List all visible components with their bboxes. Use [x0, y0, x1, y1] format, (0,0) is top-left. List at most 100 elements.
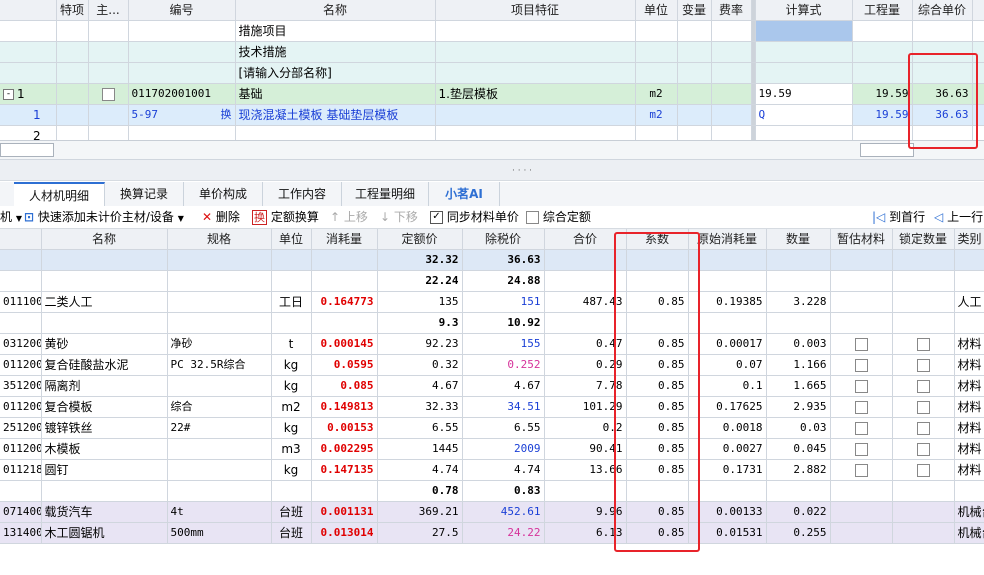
- top-cell-index[interactable]: [0, 20, 57, 42]
- res-cell-provisional[interactable]: [830, 522, 893, 544]
- tab-resource-details[interactable]: 人材机明细: [14, 182, 105, 206]
- move-up-button[interactable]: ↑ 上移: [330, 207, 368, 227]
- top-col-special[interactable]: 特项: [56, 0, 89, 21]
- add-unpriced-material-button[interactable]: ⊡ 快速添加未计价主材/设备 ▼: [24, 207, 184, 227]
- top-cell-name[interactable]: 基础: [235, 83, 436, 105]
- top-cell-special[interactable]: [56, 41, 89, 63]
- res-cell-name[interactable]: 圆钉: [41, 459, 168, 481]
- res-cell-net-price[interactable]: 452.61: [462, 501, 545, 523]
- res-cell-unit[interactable]: kg: [271, 459, 312, 481]
- res-cell-lock-qty[interactable]: [892, 354, 955, 376]
- top-cell-unit[interactable]: [635, 20, 678, 42]
- res-cell-quantity[interactable]: 2.882: [766, 459, 831, 481]
- res-cell-name[interactable]: 镀锌铁丝: [41, 417, 168, 439]
- res-cell-name[interactable]: [41, 480, 168, 502]
- res-cell-unit[interactable]: m2: [271, 396, 312, 418]
- checkbox-icon[interactable]: [854, 422, 868, 435]
- res-cell-quota-price[interactable]: 1445: [377, 438, 463, 460]
- res-cell-unit[interactable]: 台班: [271, 501, 312, 523]
- bot-col-unit[interactable]: 单位: [271, 229, 312, 250]
- res-cell-net-price[interactable]: 0.252: [462, 354, 545, 376]
- bot-col-lock-qty[interactable]: 锁定数量: [892, 229, 955, 250]
- top-cell-unit[interactable]: [635, 41, 678, 63]
- top-cell-special[interactable]: [56, 104, 89, 126]
- res-cell-net-price[interactable]: 2009: [462, 438, 545, 460]
- res-cell-lock-qty[interactable]: [892, 459, 955, 481]
- top-cell-rate[interactable]: [711, 41, 752, 63]
- tab-quantity-details[interactable]: 工程量明细: [342, 182, 429, 206]
- comprehensive-quota-checkbox[interactable]: 综合定额: [526, 207, 591, 227]
- top-cell-feature[interactable]: [435, 62, 636, 84]
- res-cell-quota-price[interactable]: 4.67: [377, 375, 463, 397]
- res-cell-spec[interactable]: 500mm: [167, 522, 272, 544]
- res-cell-lock-qty[interactable]: [892, 417, 955, 439]
- top-cell-unit[interactable]: m2: [635, 83, 678, 105]
- res-cell-spec[interactable]: 净砂: [167, 333, 272, 355]
- res-cell-unit[interactable]: [271, 312, 312, 334]
- machine-dropdown[interactable]: 机 ▼: [0, 207, 22, 227]
- res-cell-name[interactable]: [41, 249, 168, 271]
- res-cell-quota-price[interactable]: 369.21: [377, 501, 463, 523]
- res-cell-category[interactable]: 材料: [954, 459, 984, 481]
- checkbox-icon[interactable]: [854, 380, 868, 393]
- bot-col-consumption[interactable]: 消耗量: [311, 229, 378, 250]
- bot-col-net-price[interactable]: 除税价: [462, 229, 545, 250]
- resource-row[interactable]: 3512005隔离剂kg0.0854.674.677.780.850.11.66…: [0, 375, 984, 397]
- res-cell-unit[interactable]: kg: [271, 417, 312, 439]
- tab-work-content[interactable]: 工作内容: [263, 182, 342, 206]
- top-cell-unit-price[interactable]: [912, 20, 973, 42]
- res-cell-spec[interactable]: PC 32.5R综合: [167, 354, 272, 376]
- top-cell-formula[interactable]: [755, 41, 853, 63]
- top-cell-main[interactable]: [88, 83, 129, 105]
- res-cell-consumption[interactable]: 0.002295: [311, 438, 378, 460]
- top-cell-feature[interactable]: [435, 125, 636, 140]
- res-cell-unit[interactable]: [271, 480, 312, 502]
- res-cell-quantity[interactable]: 2.935: [766, 396, 831, 418]
- top-cell-name[interactable]: [请输入分部名称]: [235, 62, 436, 84]
- top-row[interactable]: 2: [0, 125, 984, 140]
- top-cell-index[interactable]: -1: [0, 83, 57, 105]
- res-cell-quota-price[interactable]: 6.55: [377, 417, 463, 439]
- checkbox-icon[interactable]: [854, 443, 868, 456]
- res-cell-quota-price[interactable]: 32.32: [377, 249, 463, 271]
- top-col-quantity[interactable]: 工程量: [852, 0, 913, 21]
- res-cell-unit[interactable]: [271, 270, 312, 292]
- res-cell-provisional[interactable]: [830, 333, 893, 355]
- top-cell-special[interactable]: [56, 125, 89, 140]
- res-cell-name[interactable]: 复合模板: [41, 396, 168, 418]
- top-cell-code[interactable]: [128, 62, 236, 84]
- res-cell-code[interactable]: 0112002: [0, 396, 42, 418]
- top-cell-rate[interactable]: [711, 62, 752, 84]
- res-cell-lock-qty[interactable]: [892, 333, 955, 355]
- top-cell-rate[interactable]: [711, 125, 752, 140]
- res-cell-lock-qty[interactable]: [892, 270, 955, 292]
- top-col-unit[interactable]: 单位: [635, 0, 678, 21]
- res-cell-spec[interactable]: [167, 249, 272, 271]
- res-cell-category[interactable]: 材料: [954, 333, 984, 355]
- res-cell-quantity[interactable]: 0.255: [766, 522, 831, 544]
- res-cell-consumption[interactable]: [311, 312, 378, 334]
- checkbox-icon[interactable]: [916, 380, 930, 393]
- res-cell-lock-qty[interactable]: [892, 501, 955, 523]
- res-cell-consumption[interactable]: 0.164773: [311, 291, 378, 313]
- res-cell-spec[interactable]: 4t: [167, 501, 272, 523]
- res-cell-spec[interactable]: [167, 438, 272, 460]
- res-cell-consumption[interactable]: 0.013014: [311, 522, 378, 544]
- res-cell-lock-qty[interactable]: [892, 312, 955, 334]
- res-cell-consumption[interactable]: [311, 270, 378, 292]
- checkbox-icon[interactable]: [916, 443, 930, 456]
- bot-col-name[interactable]: 名称: [41, 229, 168, 250]
- top-cell-special[interactable]: [56, 62, 89, 84]
- res-cell-name[interactable]: 复合硅酸盐水泥: [41, 354, 168, 376]
- res-cell-provisional[interactable]: [830, 270, 893, 292]
- res-cell-category[interactable]: 机械台: [954, 501, 984, 523]
- res-cell-consumption[interactable]: 0.085: [311, 375, 378, 397]
- res-cell-provisional[interactable]: [830, 354, 893, 376]
- top-cell-special[interactable]: [56, 20, 89, 42]
- top-cell-variable[interactable]: [677, 20, 712, 42]
- resource-row[interactable]: 0112004木模板m30.0022951445200990.410.850.0…: [0, 438, 984, 460]
- top-cell-unit[interactable]: m2: [635, 104, 678, 126]
- top-cell-main[interactable]: [88, 20, 129, 42]
- res-cell-lock-qty[interactable]: [892, 375, 955, 397]
- bot-col-quantity[interactable]: 数量: [766, 229, 831, 250]
